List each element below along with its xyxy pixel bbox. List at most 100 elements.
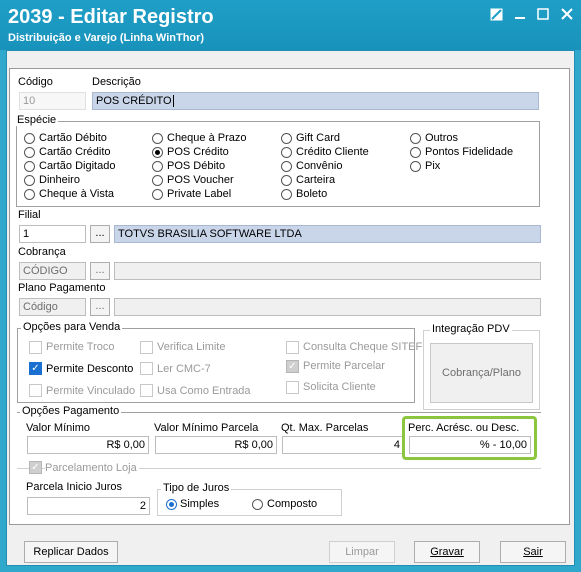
- especie-option[interactable]: Cheque à Prazo: [167, 132, 247, 144]
- cobranca-search-button[interactable]: ...: [90, 262, 110, 280]
- especie-option[interactable]: Outros: [425, 132, 458, 144]
- opcoes-pagamento-label: Opções Pagamento: [20, 405, 122, 417]
- permite-vinculado-checkbox[interactable]: [29, 384, 42, 397]
- especie-option[interactable]: POS Crédito: [167, 146, 229, 158]
- maximize-icon[interactable]: [536, 8, 550, 22]
- ler-cmc7-label: Ler CMC-7: [157, 363, 211, 375]
- ler-cmc7-checkbox[interactable]: [140, 362, 153, 375]
- title-bar: 2039 - Editar Registro Distribuição e Va…: [0, 0, 581, 50]
- radio-cheque-vista[interactable]: [24, 189, 35, 200]
- especie-option[interactable]: Carteira: [296, 174, 335, 186]
- permite-troco-label: Permite Troco: [46, 341, 115, 353]
- radio-carteira[interactable]: [281, 175, 292, 186]
- cobranca-plano-button[interactable]: Cobrança/Plano: [430, 343, 533, 403]
- dialog-client-area: Código 10 Descrição POS CRÉDITO Espécie …: [6, 50, 575, 566]
- radio-pos-debito[interactable]: [152, 161, 163, 172]
- plano-label: Plano Pagamento: [18, 282, 106, 294]
- opcoes-venda-label: Opções para Venda: [21, 321, 123, 333]
- especie-option[interactable]: Dinheiro: [39, 174, 80, 186]
- plano-name-field: [114, 298, 541, 316]
- radio-cartao-digitado[interactable]: [24, 161, 35, 172]
- filial-name-field: TOTVS BRASILIA SOFTWARE LTDA: [114, 225, 541, 243]
- valor-minimo-field[interactable]: R$ 0,00: [27, 436, 149, 454]
- especie-option[interactable]: Cartão Débito: [39, 132, 107, 144]
- integracao-pdv-label: Integração PDV: [430, 323, 512, 335]
- especie-option[interactable]: Crédito Cliente: [296, 146, 369, 158]
- permite-vinculado-label: Permite Vinculado: [46, 385, 136, 397]
- filial-code-field[interactable]: 1: [19, 225, 86, 243]
- consulta-cheque-checkbox[interactable]: [286, 341, 299, 354]
- edit-window-icon[interactable]: [489, 8, 503, 22]
- filial-search-button[interactable]: ...: [90, 225, 110, 243]
- radio-boleto[interactable]: [281, 189, 292, 200]
- especie-option[interactable]: Gift Card: [296, 132, 340, 144]
- filial-label: Filial: [18, 209, 41, 221]
- radio-cartao-credito[interactable]: [24, 147, 35, 158]
- especie-option[interactable]: POS Débito: [167, 160, 225, 172]
- simples-label[interactable]: Simples: [180, 498, 219, 510]
- minimize-icon[interactable]: [513, 8, 527, 22]
- radio-gift-card[interactable]: [281, 133, 292, 144]
- main-panel: Código 10 Descrição POS CRÉDITO Espécie …: [9, 68, 570, 525]
- radio-dinheiro[interactable]: [24, 175, 35, 186]
- permite-desconto-label: Permite Desconto: [46, 363, 134, 375]
- especie-option[interactable]: Cheque à Vista: [39, 188, 114, 200]
- codigo-label: Código: [18, 76, 53, 88]
- valor-min-parcela-label: Valor Mínimo Parcela: [154, 422, 259, 434]
- especie-option[interactable]: Cartão Crédito: [39, 146, 111, 158]
- especie-option[interactable]: Convênio: [296, 160, 342, 172]
- radio-pontos-fidelidade[interactable]: [410, 147, 421, 158]
- verifica-limite-checkbox[interactable]: [140, 341, 153, 354]
- especie-option[interactable]: Private Label: [167, 188, 231, 200]
- window-title: 2039 - Editar Registro: [8, 6, 214, 28]
- solicita-cliente-checkbox[interactable]: [286, 381, 299, 394]
- cobranca-code-field[interactable]: CÓDIGO: [19, 262, 86, 280]
- permite-parcelar-label: Permite Parcelar: [303, 360, 385, 372]
- especie-option[interactable]: Boleto: [296, 188, 327, 200]
- descricao-value: POS CRÉDITO: [96, 95, 172, 107]
- radio-cheque-prazo[interactable]: [152, 133, 163, 144]
- valor-min-parcela-field[interactable]: R$ 0,00: [155, 436, 277, 454]
- usa-como-entrada-label: Usa Como Entrada: [157, 385, 251, 397]
- plano-search-button[interactable]: ...: [90, 298, 110, 316]
- especie-option[interactable]: Pontos Fidelidade: [425, 146, 513, 158]
- qt-max-parcelas-field[interactable]: 4: [282, 436, 404, 454]
- descricao-field[interactable]: POS CRÉDITO: [92, 92, 539, 110]
- sair-button[interactable]: Sair: [500, 541, 566, 563]
- plano-code-field[interactable]: Código: [19, 298, 86, 316]
- perc-field[interactable]: % - 10,00: [409, 436, 531, 454]
- especie-option[interactable]: Pix: [425, 160, 440, 172]
- replicar-dados-button[interactable]: Replicar Dados: [24, 541, 118, 563]
- limpar-button[interactable]: Limpar: [329, 541, 395, 563]
- valor-minimo-label: Valor Mínimo: [26, 422, 90, 434]
- codigo-field[interactable]: 10: [19, 92, 86, 110]
- especie-group: Espécie Cartão Débito Cartão Crédito Car…: [15, 114, 540, 207]
- especie-option[interactable]: Cartão Digitado: [39, 160, 115, 172]
- radio-simples[interactable]: [166, 499, 177, 510]
- usa-como-entrada-checkbox[interactable]: [140, 384, 153, 397]
- verifica-limite-label: Verifica Limite: [157, 341, 226, 353]
- composto-label[interactable]: Composto: [267, 498, 317, 510]
- parcela-inicio-label: Parcela Inicio Juros: [26, 481, 122, 493]
- perc-label: Perc. Acrésc. ou Desc.: [408, 422, 520, 434]
- radio-pos-credito[interactable]: [152, 147, 163, 158]
- permite-parcelar-checkbox[interactable]: ✓: [286, 360, 299, 373]
- gravar-button[interactable]: Gravar: [414, 541, 480, 563]
- radio-private-label[interactable]: [152, 189, 163, 200]
- especie-option[interactable]: POS Voucher: [167, 174, 234, 186]
- radio-pix[interactable]: [410, 161, 421, 172]
- close-icon[interactable]: [560, 8, 574, 22]
- radio-pos-voucher[interactable]: [152, 175, 163, 186]
- radio-credito-cliente[interactable]: [281, 147, 292, 158]
- parcela-inicio-field[interactable]: 2: [27, 497, 150, 515]
- radio-composto[interactable]: [252, 499, 263, 510]
- parcelamento-loja-label: Parcelamento Loja: [45, 462, 139, 474]
- permite-desconto-checkbox[interactable]: ✓: [29, 362, 42, 375]
- radio-cartao-debito[interactable]: [24, 133, 35, 144]
- radio-outros[interactable]: [410, 133, 421, 144]
- radio-convenio[interactable]: [281, 161, 292, 172]
- window-subtitle: Distribuição e Varejo (Linha WinThor): [8, 32, 205, 44]
- permite-troco-checkbox[interactable]: [29, 341, 42, 354]
- solicita-cliente-label: Solicita Cliente: [303, 381, 376, 393]
- parcelamento-loja-checkbox[interactable]: ✓: [29, 461, 42, 474]
